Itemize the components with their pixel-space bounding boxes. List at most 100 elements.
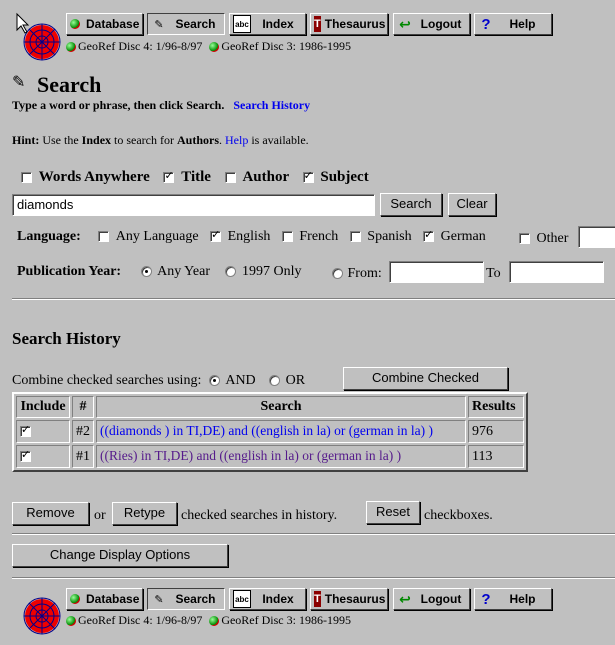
- search-history-link[interactable]: Search History: [233, 98, 310, 112]
- english-checkbox[interactable]: [210, 228, 222, 243]
- database-globe-icon: [70, 591, 82, 607]
- search-button[interactable]: Search: [380, 193, 442, 216]
- page-title: Search: [37, 72, 102, 97]
- disc-4[interactable]: GeoRef Disc 4: 1/96-8/97: [66, 613, 202, 628]
- retype-button[interactable]: Retype: [112, 502, 177, 525]
- logout-button-bottom[interactable]: ↩ Logout: [393, 588, 470, 610]
- help-button-bottom[interactable]: ? Help: [474, 588, 552, 610]
- clear-button[interactable]: Clear: [448, 193, 496, 216]
- database-discs: GeoRef Disc 4: 1/96-8/97 GeoRef Disc 3: …: [66, 39, 355, 56]
- to-year-input[interactable]: [509, 261, 604, 283]
- title-checkbox[interactable]: [163, 169, 175, 184]
- disc-3[interactable]: GeoRef Disc 3: 1986-1995: [209, 613, 351, 628]
- other-language: Other: [519, 231, 568, 247]
- history-table: Include # Search Results #2 ((diamonds )…: [12, 392, 528, 472]
- checkboxes-text: checkboxes.: [424, 508, 493, 523]
- spanish-checkbox[interactable]: [349, 231, 361, 243]
- german-checkbox[interactable]: [423, 228, 435, 243]
- any-language-checkbox[interactable]: [98, 231, 110, 243]
- words-anywhere-checkbox[interactable]: [21, 172, 32, 184]
- index-button[interactable]: abc Index: [229, 13, 306, 35]
- to-label: To: [486, 266, 501, 281]
- disc-globe-icon: [66, 41, 76, 52]
- 1997-only-radio[interactable]: [225, 266, 237, 278]
- history-row: #1 ((Ries) in TI,DE) and ((english in la…: [16, 445, 524, 468]
- webspirs-logo: [14, 12, 64, 62]
- history-query-link[interactable]: ((Ries) in TI,DE) and ((english in la) o…: [100, 448, 401, 463]
- spider-web-logo-icon: [23, 597, 61, 635]
- search-tab-button[interactable]: ✎ Search: [147, 13, 225, 35]
- col-results: Results: [468, 396, 524, 418]
- combine-row: Combine checked searches using: AND OR: [12, 373, 306, 388]
- thesaurus-button-bottom[interactable]: T Thesaurus: [310, 588, 388, 610]
- history-row: #2 ((diamonds ) in TI,DE) and ((english …: [16, 420, 524, 443]
- divider: [12, 533, 615, 535]
- spider-web-logo-icon: [16, 12, 61, 61]
- logout-arrow-icon: ↩: [399, 590, 411, 607]
- combine-checked-button[interactable]: Combine Checked: [343, 367, 508, 390]
- remove-button[interactable]: Remove: [12, 502, 89, 525]
- search-history-heading: Search History: [12, 329, 121, 348]
- thesaurus-book-icon: T: [314, 591, 321, 607]
- divider: [12, 298, 615, 300]
- history-results: 113: [468, 445, 524, 468]
- disc-globe-icon: [66, 615, 76, 626]
- from-year-input[interactable]: [389, 261, 484, 283]
- checked-searches-text: checked searches in history.: [181, 508, 338, 523]
- col-num: #: [72, 396, 94, 418]
- pubyear-from: From:: [332, 266, 382, 282]
- search-title-pencil-icon: ✎: [12, 74, 26, 91]
- include-checkbox[interactable]: [20, 423, 31, 437]
- index-button-bottom[interactable]: abc Index: [229, 588, 306, 610]
- divider: [12, 577, 615, 579]
- or-radio[interactable]: [269, 375, 281, 387]
- help-button[interactable]: ? Help: [474, 13, 552, 35]
- help-question-icon: ?: [481, 15, 491, 33]
- reset-button[interactable]: Reset: [366, 501, 420, 524]
- database-button-bottom[interactable]: Database: [66, 588, 143, 610]
- help-question-icon: ?: [481, 590, 491, 608]
- and-radio[interactable]: [208, 375, 220, 387]
- disc-globe-icon: [209, 41, 220, 52]
- search-tab-button-bottom[interactable]: ✎ Search: [147, 588, 225, 610]
- any-year-radio[interactable]: [140, 266, 152, 278]
- logout-arrow-icon: ↩: [399, 15, 411, 32]
- col-search: Search: [96, 396, 466, 418]
- index-icon: abc: [233, 15, 251, 33]
- from-year-radio[interactable]: [332, 268, 343, 280]
- disc-4[interactable]: GeoRef Disc 4: 1/96-8/97: [66, 39, 202, 54]
- history-query-link[interactable]: ((diamonds ) in TI,DE) and ((english in …: [100, 423, 433, 438]
- thesaurus-button[interactable]: T Thesaurus: [310, 13, 388, 35]
- other-language-input[interactable]: [578, 226, 615, 248]
- search-pencil-icon: ✎: [154, 18, 164, 31]
- french-checkbox[interactable]: [281, 231, 293, 243]
- other-language-checkbox[interactable]: [519, 233, 530, 245]
- author-checkbox[interactable]: [224, 172, 236, 184]
- disc-globe-icon: [209, 615, 220, 626]
- index-icon: abc: [233, 590, 251, 608]
- or-text: or: [94, 508, 106, 523]
- language-row: Language: Any Language English French Sp…: [17, 228, 486, 245]
- field-options: Words Anywhere Title Author Subject: [21, 169, 369, 186]
- history-results: 976: [468, 420, 524, 443]
- language-label: Language:: [17, 229, 81, 244]
- change-display-options-button[interactable]: Change Display Options: [12, 544, 228, 567]
- disc-3[interactable]: GeoRef Disc 3: 1986-1995: [209, 39, 351, 54]
- search-pencil-icon: ✎: [154, 593, 164, 606]
- history-table-wrap: Include # Search Results #2 ((diamonds )…: [12, 392, 528, 472]
- database-globe-icon: [70, 16, 82, 32]
- subject-checkbox[interactable]: [302, 169, 314, 184]
- database-discs-bottom: GeoRef Disc 4: 1/96-8/97 GeoRef Disc 3: …: [66, 613, 355, 630]
- hint-text: Hint: Use the Index to search for Author…: [12, 133, 309, 147]
- hint-help-link[interactable]: Help: [225, 133, 248, 147]
- search-input[interactable]: diamonds: [12, 194, 375, 216]
- thesaurus-book-icon: T: [314, 16, 321, 32]
- database-button[interactable]: Database: [66, 13, 143, 35]
- history-header-row: Include # Search Results: [16, 396, 524, 418]
- logout-button[interactable]: ↩ Logout: [393, 13, 470, 35]
- webspirs-logo-bottom: [14, 586, 64, 636]
- pubyear-label: Publication Year:: [17, 264, 122, 279]
- history-num: #2: [72, 420, 94, 443]
- pubyear-row: Publication Year: Any Year 1997 Only: [17, 264, 302, 279]
- include-checkbox[interactable]: [20, 448, 31, 462]
